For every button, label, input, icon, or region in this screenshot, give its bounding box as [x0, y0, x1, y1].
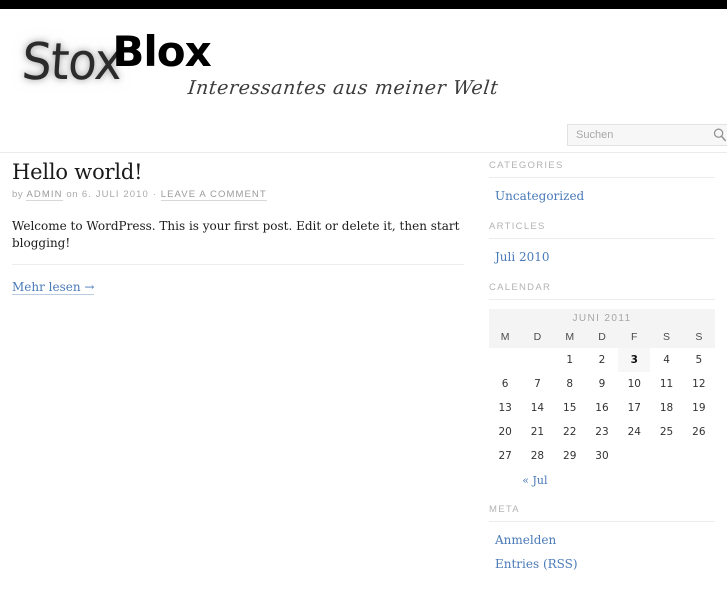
calendar-week-row: 13 14 15 16 17 18 19: [489, 396, 715, 420]
list-item[interactable]: Anmelden: [495, 531, 715, 549]
meta-comments-link[interactable]: LEAVE A COMMENT: [160, 189, 267, 201]
sidebar-link-uncategorized[interactable]: Uncategorized: [495, 189, 584, 203]
calendar-day-cell: 2: [598, 354, 606, 366]
meta-by-label: by: [12, 189, 24, 200]
read-more-link[interactable]: Mehr lesen →: [12, 280, 95, 295]
calendar-empty-cell: [489, 348, 521, 372]
logo-text-primary: Stox: [19, 32, 124, 93]
meta-date: 6. JULI 2010: [81, 189, 149, 200]
calendar-weekday: S: [650, 327, 683, 348]
calendar-week-row: 6 7 8 9 10 11 12: [489, 372, 715, 396]
calendar-day-cell: 10: [627, 378, 641, 390]
categories-list: Uncategorized: [489, 187, 715, 205]
calendar-weekday: D: [521, 327, 554, 348]
calendar-week-row: 1 234 5: [489, 348, 715, 372]
calendar-week-row: 27 28 29 30: [489, 444, 715, 468]
articles-list: Juli 2010: [489, 248, 715, 266]
calendar-day-cell: 14: [530, 402, 545, 414]
calendar-day-cell: 1: [566, 354, 574, 366]
calendar-table: JUNI 2011 M D M D F S S 1 2 3 4 5 6 7 8 9 10 11 12 1…: [489, 309, 715, 488]
main-content: Hello world! by ADMIN on 6. JULI 2010 · …: [12, 160, 464, 296]
meta-list: Anmelden Entries (RSS): [489, 531, 715, 573]
calendar-day-cell-today: 3: [618, 348, 651, 372]
calendar-body: 1 2 3 4 5 6 7 8 9 10 11 12 13 14 15 16 17 18 19 20 21 22 23 24 2…: [489, 348, 715, 468]
calendar-empty-cell: [650, 444, 682, 468]
calendar-weekday-row: M D M D F S S: [489, 327, 715, 348]
calendar-day-cell: 7: [534, 378, 541, 390]
calendar-empty-cell: [618, 444, 650, 468]
calendar-day-cell: 4: [663, 354, 670, 366]
header-divider: [0, 152, 727, 153]
list-item[interactable]: Entries (RSS): [495, 555, 715, 573]
calendar-weekday: F: [618, 327, 651, 348]
calendar-day-cell: 16: [595, 402, 609, 414]
calendar-caption: JUNI 2011: [489, 309, 715, 327]
calendar-day-cell: 19: [692, 402, 706, 414]
calendar-weekday: D: [585, 327, 619, 348]
calendar-day-cell: 24: [627, 426, 641, 438]
logo-text-secondary: Blox: [112, 27, 211, 76]
widget-calendar: CALENDAR JUNI 2011 M D M D F S S 1234567…: [489, 282, 715, 488]
meta-on-label: on: [66, 189, 79, 200]
meta-author-link[interactable]: ADMIN: [26, 189, 63, 201]
widget-title-calendar: CALENDAR: [489, 282, 715, 300]
sidebar: CATEGORIES Uncategorized ARTICLES Juli 2…: [489, 160, 715, 589]
calendar-weekday: M: [553, 327, 586, 348]
search-icon[interactable]: [713, 128, 727, 142]
list-item[interactable]: Uncategorized: [495, 187, 715, 205]
calendar-week-row: 20 21 22 23 24 25 26: [489, 420, 715, 444]
widget-articles: ARTICLES Juli 2010: [489, 221, 715, 266]
widget-title-meta: META: [489, 504, 715, 522]
site-logo[interactable]: StoxBlox: [19, 25, 212, 95]
widget-title-articles: ARTICLES: [489, 221, 715, 239]
calendar-nav-spacer: [489, 468, 521, 488]
calendar-day-cell: 5: [695, 354, 703, 366]
calendar-day-cell: 27: [498, 450, 512, 462]
page-title: Hello world!: [12, 160, 143, 184]
list-item[interactable]: Juli 2010: [495, 248, 715, 266]
calendar-day-cell: 15: [563, 402, 577, 414]
calendar-day-cell: 8: [566, 378, 574, 390]
meta-separator: ·: [152, 189, 157, 200]
calendar-empty-cell: [521, 348, 553, 372]
calendar-nav-row: « Jul: [489, 468, 715, 488]
calendar-day-cell: 29: [563, 450, 577, 462]
post-body-text: Welcome to WordPress. This is your first…: [12, 219, 460, 250]
post-meta: by ADMIN on 6. JULI 2010 · LEAVE A COMME…: [12, 189, 464, 201]
calendar-day-cell: 26: [692, 426, 706, 438]
content-divider: [12, 264, 464, 265]
sidebar-link-juli-2010[interactable]: Juli 2010: [495, 250, 550, 264]
calendar-empty-cell: [683, 444, 715, 468]
calendar-nav-cell: « Jul: [521, 468, 715, 488]
widget-meta: META Anmelden Entries (RSS): [489, 504, 715, 573]
calendar-day-cell: 23: [595, 426, 609, 438]
search-box[interactable]: [567, 124, 727, 146]
calendar-day-cell: 11: [659, 378, 674, 390]
calendar-day-cell: 21: [530, 426, 545, 438]
search-input[interactable]: [568, 125, 708, 145]
widget-title-categories: CATEGORIES: [489, 160, 715, 178]
sidebar-link-entries-rss[interactable]: Entries (RSS): [495, 557, 578, 571]
calendar-day-cell: 18: [659, 402, 674, 414]
calendar-day-cell: 13: [498, 402, 512, 414]
top-black-bar: [0, 0, 727, 9]
calendar-weekday: S: [682, 327, 715, 348]
calendar-day-cell: 30: [595, 450, 609, 462]
calendar-day-cell: 28: [530, 450, 545, 462]
calendar-prev-link[interactable]: « Jul: [522, 474, 547, 487]
site-tagline: Interessantes aus meiner Welt: [186, 77, 500, 99]
calendar-day-cell: 6: [501, 378, 509, 390]
calendar-day-cell: 20: [498, 426, 512, 438]
calendar-weekday: M: [489, 327, 522, 348]
calendar-day-cell: 12: [692, 378, 706, 390]
widget-categories: CATEGORIES Uncategorized: [489, 160, 715, 205]
calendar-day-cell: 17: [627, 402, 641, 414]
calendar-day-cell: 22: [563, 426, 577, 438]
calendar-day-cell: 25: [659, 426, 674, 438]
calendar-day-cell: 9: [598, 378, 606, 390]
